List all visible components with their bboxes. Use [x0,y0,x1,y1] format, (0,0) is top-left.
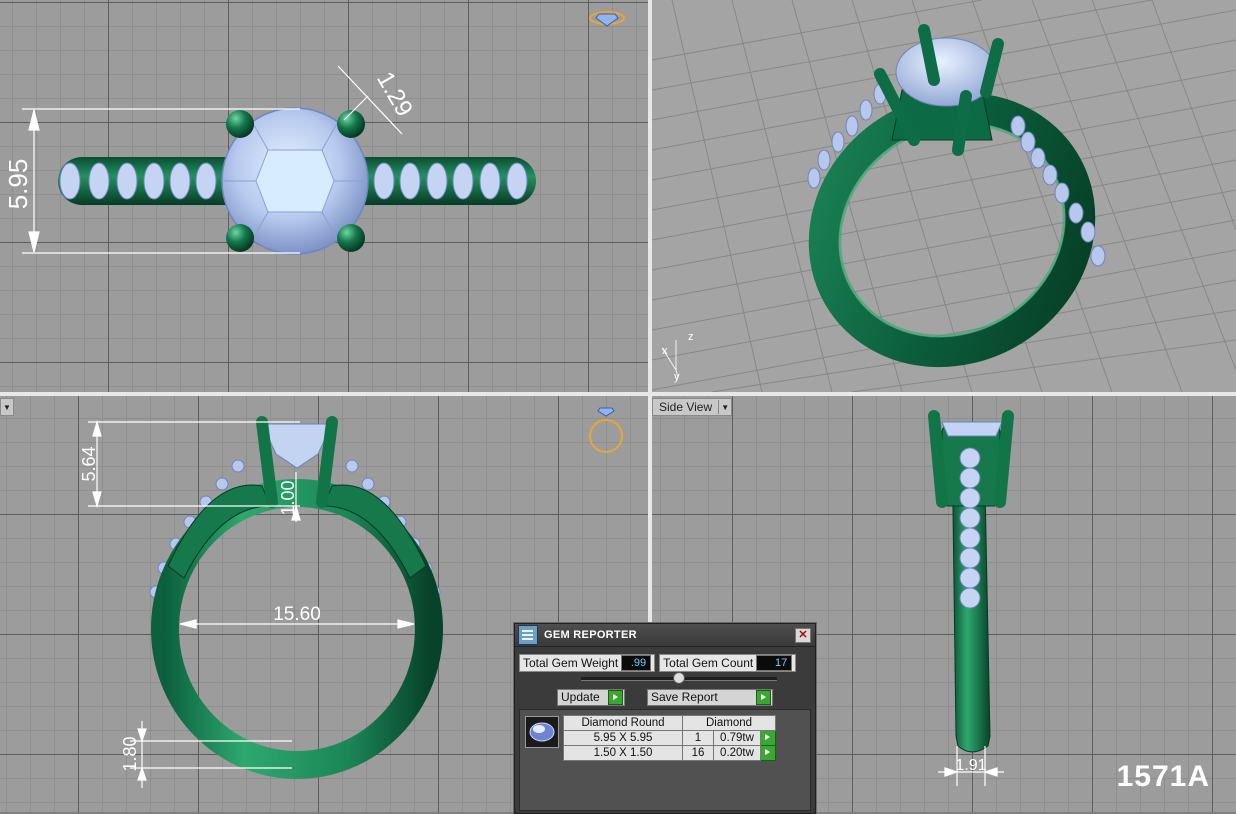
round-diamond-icon [525,716,559,748]
close-button[interactable]: ✕ [795,627,811,643]
slider-thumb[interactable] [673,672,685,684]
report-icon [518,625,538,645]
perspective-drawing: z x y [652,0,1236,392]
update-label: Update [561,690,600,704]
total-weight-value: .99 [621,655,652,671]
top-viewport[interactable]: 5.95 1.29 [0,0,648,392]
center-stone-persp [895,37,997,107]
chevron-down-icon[interactable]: ▼ [718,400,731,414]
play-arrow-icon [608,690,623,705]
row-select-button[interactable] [760,745,776,761]
side-view-menu[interactable]: Side View ▼ [652,398,733,416]
axis-y: y [674,371,680,383]
gem-size: 5.95 X 5.95 [563,730,683,746]
side-view-label: Side View [659,400,713,414]
total-count-value: 17 [756,655,793,671]
model-code-label: 1571A [1116,760,1210,793]
header-diamond-round: Diamond Round [563,715,683,731]
dim-shank-label: 1.80 [120,736,140,771]
gem-table: Diamond Round Diamond 5.95 X 5.95 1 0.79… [563,715,776,761]
dim-height-label: 5.64 [79,446,99,481]
dim-shank-width-label: 1.91 [955,757,986,774]
update-button[interactable]: Update [557,689,625,706]
front-view-menu[interactable]: ▼ [0,398,14,416]
view-orientation-icon [589,407,623,453]
save-report-button[interactable]: Save Report [647,689,773,706]
perspective-viewport[interactable]: z x y [652,0,1236,392]
gem-reporter-titlebar[interactable]: GEM REPORTER ✕ [515,624,815,647]
gem-count: 16 [682,745,714,761]
axis-z: z [688,331,694,343]
play-arrow-icon [756,690,771,705]
table-row[interactable]: 1.50 X 1.50 16 0.20tw [563,745,776,761]
gem-weight: 0.20tw [713,745,761,761]
play-arrow-icon [761,731,774,744]
table-header-row: Diamond Round Diamond [563,715,776,731]
dim-width-label: 5.95 [3,159,33,210]
table-row[interactable]: 5.95 X 5.95 1 0.79tw [563,730,776,746]
axis-x: x [662,345,668,357]
gem-size: 1.50 X 1.50 [563,745,683,761]
play-arrow-icon [761,746,774,759]
gem-list: Diamond Round Diamond 5.95 X 5.95 1 0.79… [519,709,811,811]
center-stone-table [255,149,335,213]
total-weight-field: Total Gem Weight .99 [519,654,656,672]
gem-reporter-panel[interactable]: GEM REPORTER ✕ Total Gem Weight .99 Tota… [514,623,816,814]
gem-reporter-title: GEM REPORTER [544,629,637,641]
viewport-divider-horizontal[interactable] [0,392,1236,396]
top-view-drawing: 5.95 1.29 [3,11,625,255]
size-slider[interactable] [581,672,777,684]
view-orientation-icon [589,11,625,27]
total-count-field: Total Gem Count 17 [659,654,797,672]
header-diamond: Diamond [682,715,776,731]
total-count-label: Total Gem Count [663,656,754,670]
dim-inner-diameter-label: 15.60 [273,604,321,625]
total-weight-label: Total Gem Weight [523,656,619,670]
chevron-down-icon[interactable]: ▼ [1,400,13,414]
gem-count: 1 [682,730,714,746]
save-report-label: Save Report [651,690,718,704]
center-stone-side [941,421,1003,437]
gem-weight: 0.79tw [713,730,761,746]
row-select-button[interactable] [760,730,776,746]
dim-prong-label: 1.29 [371,67,418,121]
dim-gap-label: 1.00 [278,480,298,515]
